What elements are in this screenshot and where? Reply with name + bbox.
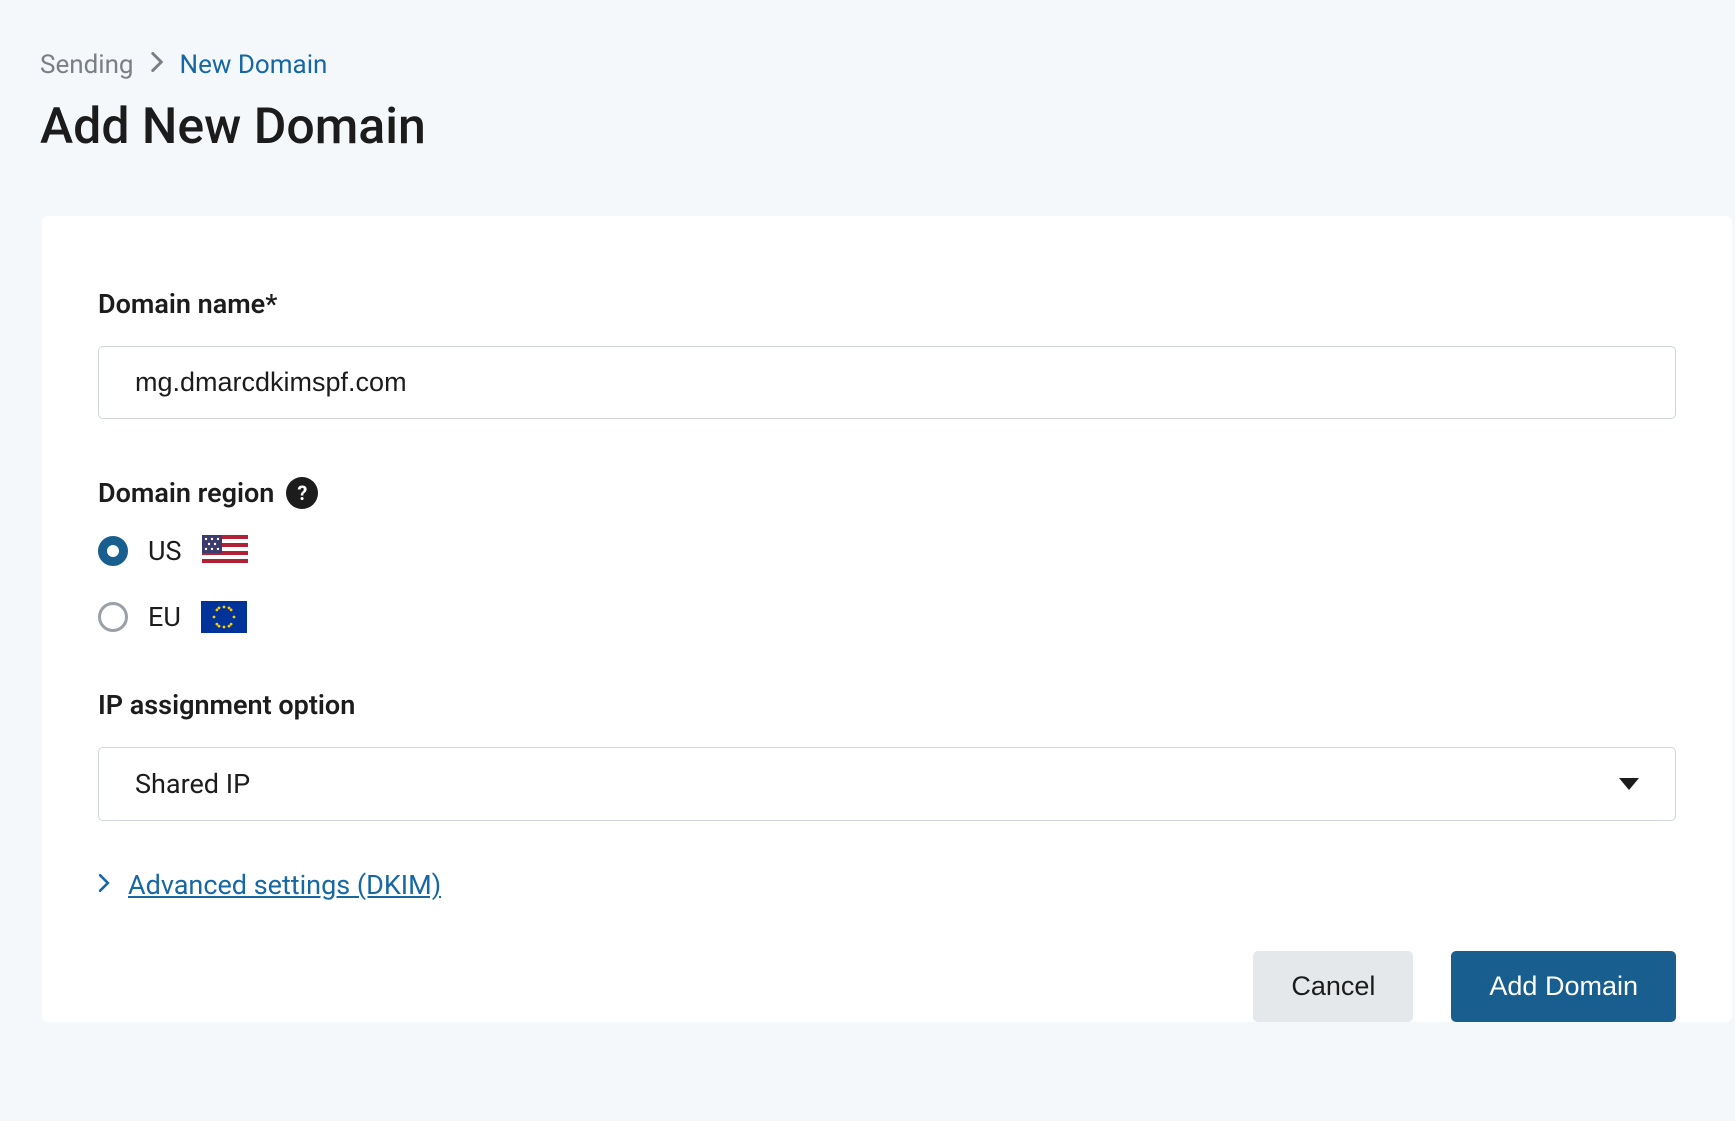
region-option-us[interactable]: US — [98, 535, 1676, 567]
ip-assignment-selected-value: Shared IP — [135, 768, 250, 800]
chevron-right-icon — [98, 873, 110, 898]
domain-region-radio-group: US EU — [98, 535, 1676, 633]
region-label-us: US — [148, 535, 182, 567]
page-title: Add New Domain — [40, 98, 1695, 156]
eu-flag-icon — [201, 601, 247, 633]
form-actions: Cancel Add Domain — [98, 951, 1676, 1022]
domain-region-label-text: Domain region — [98, 477, 274, 509]
region-option-eu[interactable]: EU — [98, 601, 1676, 633]
help-icon[interactable]: ? — [286, 477, 318, 509]
advanced-settings-toggle[interactable]: Advanced settings (DKIM) — [98, 869, 1676, 901]
chevron-right-icon — [150, 52, 164, 78]
region-label-eu: EU — [148, 601, 181, 633]
radio-selected-icon — [98, 536, 128, 566]
advanced-settings-link: Advanced settings (DKIM) — [128, 869, 441, 901]
domain-region-label: Domain region ? — [98, 477, 1676, 509]
ip-assignment-label: IP assignment option — [98, 689, 1676, 721]
add-domain-button[interactable]: Add Domain — [1451, 951, 1676, 1022]
ip-assignment-select[interactable]: Shared IP — [98, 747, 1676, 821]
us-flag-icon — [202, 535, 248, 567]
cancel-button[interactable]: Cancel — [1253, 951, 1413, 1022]
caret-down-icon — [1619, 778, 1639, 790]
domain-name-input[interactable] — [98, 346, 1676, 419]
breadcrumb: Sending New Domain — [40, 50, 1695, 80]
form-card: Domain name* Domain region ? US — [42, 216, 1732, 1022]
breadcrumb-current: New Domain — [180, 50, 328, 80]
radio-unselected-icon — [98, 602, 128, 632]
domain-name-label: Domain name* — [98, 288, 1676, 320]
breadcrumb-parent[interactable]: Sending — [40, 50, 134, 80]
